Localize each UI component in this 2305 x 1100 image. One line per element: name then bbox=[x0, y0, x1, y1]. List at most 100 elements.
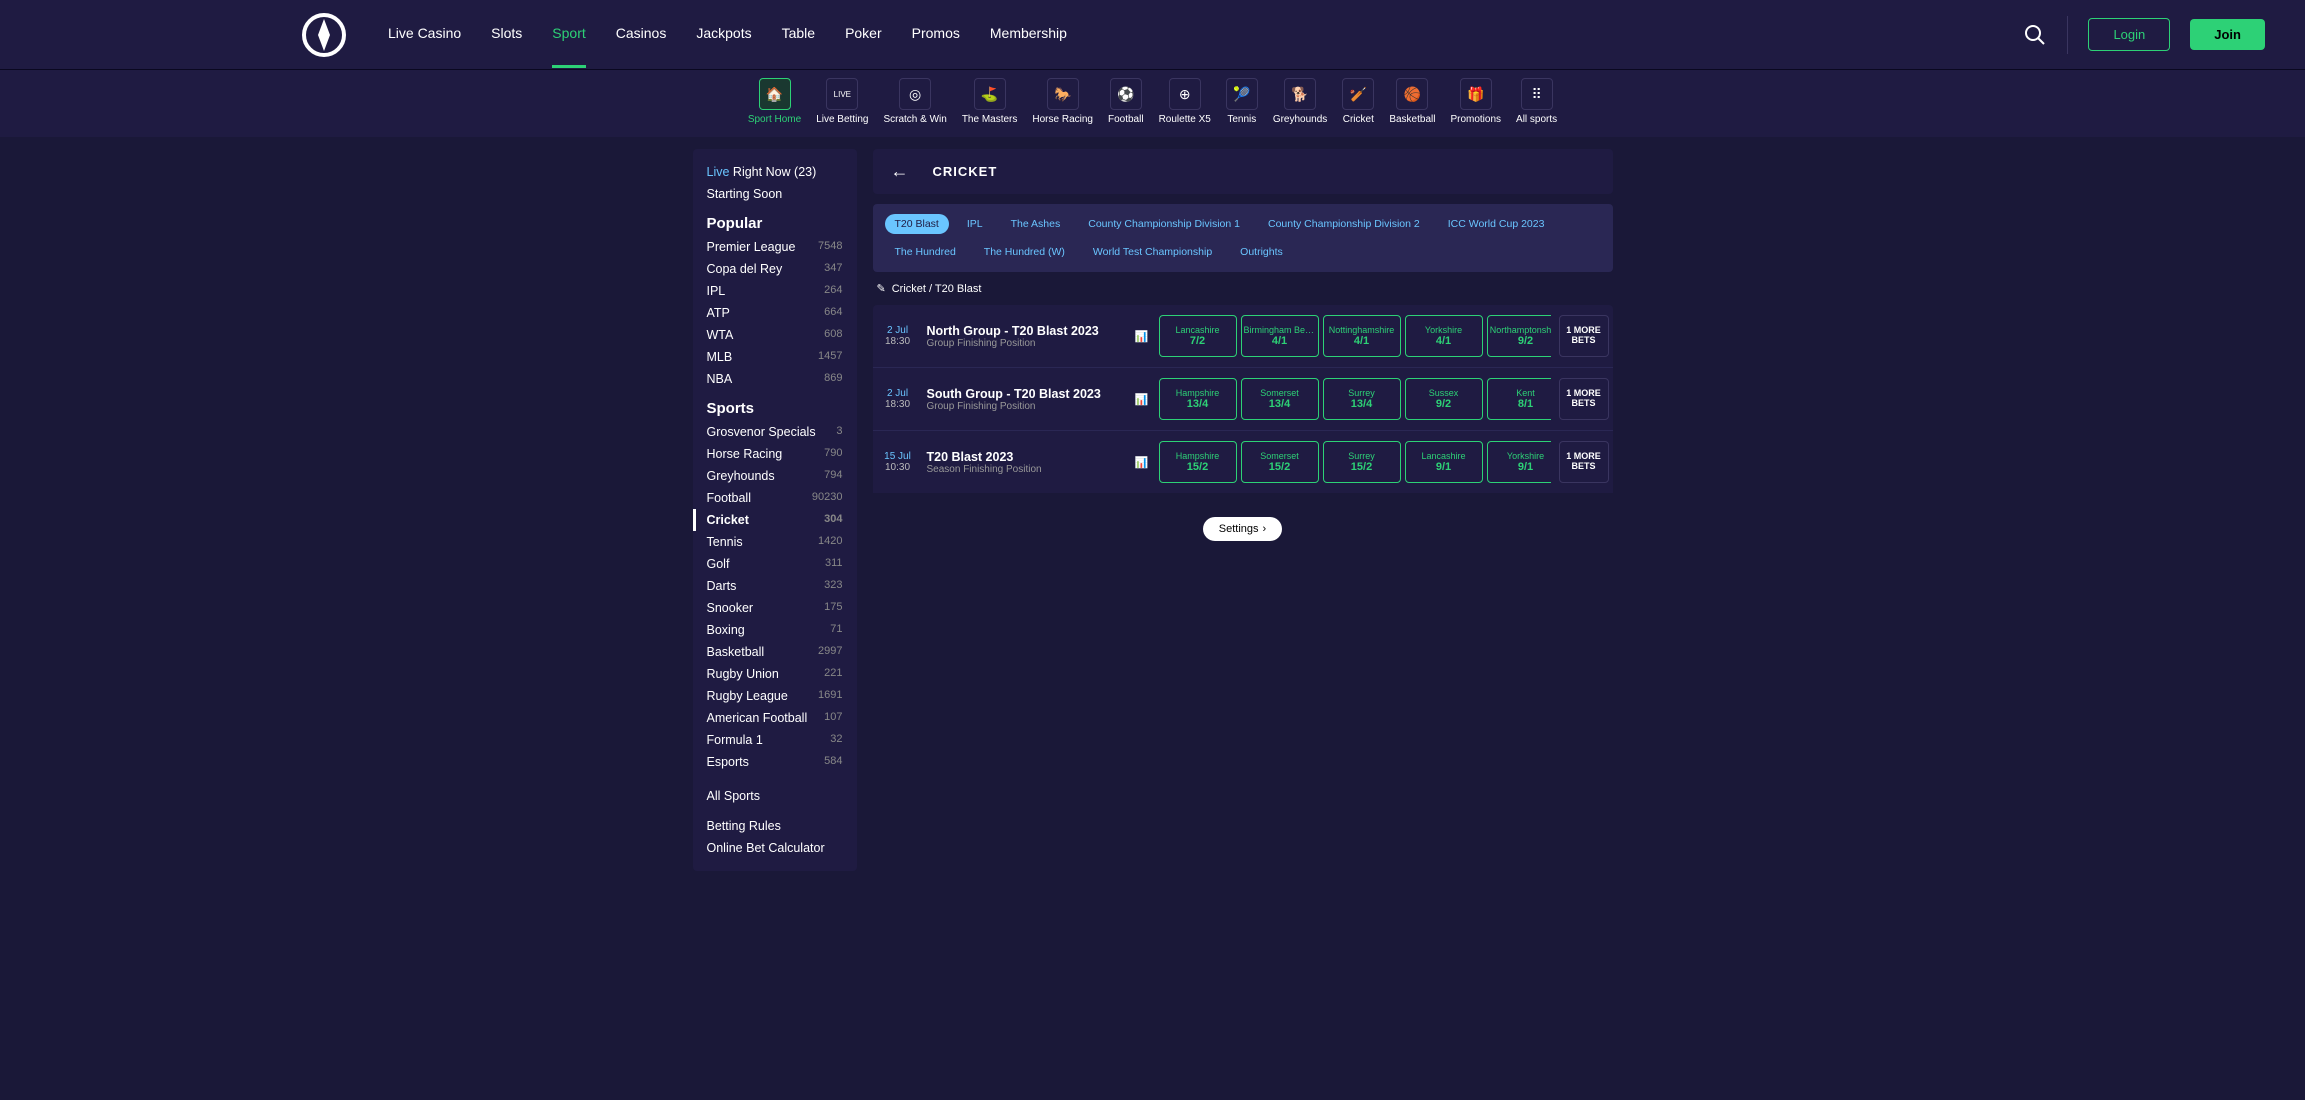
sidebar-calculator[interactable]: Online Bet Calculator bbox=[693, 837, 857, 859]
sidebar-item-rugby-union[interactable]: Rugby Union221 bbox=[693, 663, 857, 685]
sidebar-item-nba[interactable]: NBA869 bbox=[693, 368, 857, 390]
odds-box[interactable]: Northamptonshire9/2 bbox=[1487, 315, 1551, 357]
topnav-poker[interactable]: Poker bbox=[845, 1, 882, 68]
odds-box[interactable]: Kent8/1 bbox=[1487, 378, 1551, 420]
more-bets-button[interactable]: 1 MORE BETS bbox=[1559, 315, 1609, 357]
sidebar-live[interactable]: Live Right Now (23) bbox=[693, 161, 857, 183]
topnav-live-casino[interactable]: Live Casino bbox=[388, 1, 461, 68]
odds-box[interactable]: Hampshire15/2 bbox=[1159, 441, 1237, 483]
subnav-the-masters[interactable]: ⛳The Masters bbox=[962, 78, 1018, 125]
sidebar-item-football[interactable]: Football90230 bbox=[693, 487, 857, 509]
sidebar-item-mlb[interactable]: MLB1457 bbox=[693, 346, 857, 368]
sidebar-item-wta[interactable]: WTA608 bbox=[693, 324, 857, 346]
stats-icon[interactable]: 📊 bbox=[1135, 456, 1151, 469]
odds-box[interactable]: Hampshire13/4 bbox=[1159, 378, 1237, 420]
subnav-basketball[interactable]: 🏀Basketball bbox=[1389, 78, 1435, 125]
match-info[interactable]: South Group - T20 Blast 2023Group Finish… bbox=[927, 387, 1127, 412]
sidebar-item-atp[interactable]: ATP664 bbox=[693, 302, 857, 324]
odds-box[interactable]: Surrey13/4 bbox=[1323, 378, 1401, 420]
sidebar-betting-rules[interactable]: Betting Rules bbox=[693, 815, 857, 837]
sidebar-item-horse-racing[interactable]: Horse Racing790 bbox=[693, 443, 857, 465]
pill-t20-blast[interactable]: T20 Blast bbox=[885, 214, 949, 234]
pill-the-hundred[interactable]: The Hundred bbox=[885, 242, 966, 262]
pill-the-ashes[interactable]: The Ashes bbox=[1001, 214, 1071, 234]
login-button[interactable]: Login bbox=[2088, 18, 2170, 51]
odds-box[interactable]: Yorkshire4/1 bbox=[1405, 315, 1483, 357]
sidebar-item-formula-1[interactable]: Formula 132 bbox=[693, 729, 857, 751]
topnav-slots[interactable]: Slots bbox=[491, 1, 522, 68]
sidebar-item-esports[interactable]: Esports584 bbox=[693, 751, 857, 773]
sidebar-item-greyhounds[interactable]: Greyhounds794 bbox=[693, 465, 857, 487]
sidebar-item-american-football[interactable]: American Football107 bbox=[693, 707, 857, 729]
subnav-horse-racing[interactable]: 🐎Horse Racing bbox=[1032, 78, 1093, 125]
odds-box[interactable]: Nottinghamshire4/1 bbox=[1323, 315, 1401, 357]
sidebar-item-darts[interactable]: Darts323 bbox=[693, 575, 857, 597]
sidebar-item-copa-del-rey[interactable]: Copa del Rey347 bbox=[693, 258, 857, 280]
sidebar-item-boxing[interactable]: Boxing71 bbox=[693, 619, 857, 641]
top-bar: Live Casino Slots Sport Casinos Jackpots Tabl… bbox=[0, 0, 2305, 70]
sidebar: Live Right Now (23) Starting Soon Popula… bbox=[693, 149, 857, 871]
sidebar-item-premier-league[interactable]: Premier League7548 bbox=[693, 236, 857, 258]
odds-box[interactable]: Yorkshire9/1 bbox=[1487, 441, 1551, 483]
pill-ipl[interactable]: IPL bbox=[957, 214, 993, 234]
sidebar-item-ipl[interactable]: IPL264 bbox=[693, 280, 857, 302]
live-betting-icon: LIVE bbox=[826, 78, 858, 110]
more-bets-button[interactable]: 1 MORE BETS bbox=[1559, 378, 1609, 420]
search-icon[interactable] bbox=[2023, 23, 2047, 47]
pill-outrights[interactable]: Outrights bbox=[1230, 242, 1293, 262]
stats-icon[interactable]: 📊 bbox=[1135, 393, 1151, 406]
odds-box[interactable]: Sussex9/2 bbox=[1405, 378, 1483, 420]
sidebar-item-snooker[interactable]: Snooker175 bbox=[693, 597, 857, 619]
pill-county-championship-division-1[interactable]: County Championship Division 1 bbox=[1078, 214, 1250, 234]
match-info[interactable]: T20 Blast 2023Season Finishing Position bbox=[927, 450, 1127, 475]
odds-box[interactable]: Lancashire7/2 bbox=[1159, 315, 1237, 357]
match-date: 2 Jul18:30 bbox=[877, 388, 919, 410]
subnav-promotions[interactable]: 🎁Promotions bbox=[1450, 78, 1501, 125]
sidebar-item-rugby-league[interactable]: Rugby League1691 bbox=[693, 685, 857, 707]
sidebar-item-basketball[interactable]: Basketball2997 bbox=[693, 641, 857, 663]
topnav-table[interactable]: Table bbox=[782, 1, 815, 68]
odds-box[interactable]: Birmingham Bears4/1 bbox=[1241, 315, 1319, 357]
subnav-football[interactable]: ⚽Football bbox=[1108, 78, 1144, 125]
subnav-cricket[interactable]: 🏏Cricket bbox=[1342, 78, 1374, 125]
subnav-live-betting[interactable]: LIVELive Betting bbox=[816, 78, 868, 125]
topnav-casinos[interactable]: Casinos bbox=[616, 1, 667, 68]
subnav-scratch-win[interactable]: ◎Scratch & Win bbox=[883, 78, 946, 125]
scratch-win-icon: ◎ bbox=[899, 78, 931, 110]
topnav-promos[interactable]: Promos bbox=[912, 1, 960, 68]
odds-box[interactable]: Somerset15/2 bbox=[1241, 441, 1319, 483]
subnav-sport-home[interactable]: 🏠Sport Home bbox=[748, 78, 801, 125]
subnav-roulette-x5[interactable]: ⊕Roulette X5 bbox=[1159, 78, 1211, 125]
divider bbox=[2067, 16, 2068, 54]
sidebar-starting-soon[interactable]: Starting Soon bbox=[693, 183, 857, 205]
subnav-all-sports[interactable]: ⠿All sports bbox=[1516, 78, 1557, 125]
sidebar-item-grosvenor-specials[interactable]: Grosvenor Specials3 bbox=[693, 421, 857, 443]
sidebar-item-tennis[interactable]: Tennis1420 bbox=[693, 531, 857, 553]
topnav-sport[interactable]: Sport bbox=[552, 1, 585, 68]
pencil-icon[interactable]: ✎ bbox=[877, 282, 886, 295]
odds-box[interactable]: Surrey15/2 bbox=[1323, 441, 1401, 483]
sidebar-popular-heading: Popular bbox=[693, 205, 857, 236]
sidebar-item-golf[interactable]: Golf311 bbox=[693, 553, 857, 575]
football-icon: ⚽ bbox=[1110, 78, 1142, 110]
settings-button[interactable]: Settings› bbox=[1203, 517, 1282, 541]
join-button[interactable]: Join bbox=[2190, 19, 2265, 50]
match-date: 15 Jul10:30 bbox=[877, 451, 919, 473]
pill-icc-world-cup-2023[interactable]: ICC World Cup 2023 bbox=[1438, 214, 1555, 234]
topnav-membership[interactable]: Membership bbox=[990, 1, 1067, 68]
match-info[interactable]: North Group - T20 Blast 2023Group Finish… bbox=[927, 324, 1127, 349]
sidebar-all-sports[interactable]: All Sports bbox=[693, 785, 857, 807]
odds-box[interactable]: Somerset13/4 bbox=[1241, 378, 1319, 420]
back-icon[interactable]: ← bbox=[891, 161, 909, 182]
subnav-greyhounds[interactable]: 🐕Greyhounds bbox=[1273, 78, 1327, 125]
odds-box[interactable]: Lancashire9/1 bbox=[1405, 441, 1483, 483]
sidebar-item-cricket[interactable]: Cricket304 bbox=[693, 509, 857, 531]
topnav-jackpots[interactable]: Jackpots bbox=[696, 1, 751, 68]
subnav-tennis[interactable]: 🎾Tennis bbox=[1226, 78, 1258, 125]
pill-county-championship-division-2[interactable]: County Championship Division 2 bbox=[1258, 214, 1430, 234]
pill-the-hundred-w-[interactable]: The Hundred (W) bbox=[974, 242, 1075, 262]
pill-world-test-championship[interactable]: World Test Championship bbox=[1083, 242, 1222, 262]
more-bets-button[interactable]: 1 MORE BETS bbox=[1559, 441, 1609, 483]
page-title: CRICKET bbox=[933, 164, 998, 179]
stats-icon[interactable]: 📊 bbox=[1135, 330, 1151, 343]
